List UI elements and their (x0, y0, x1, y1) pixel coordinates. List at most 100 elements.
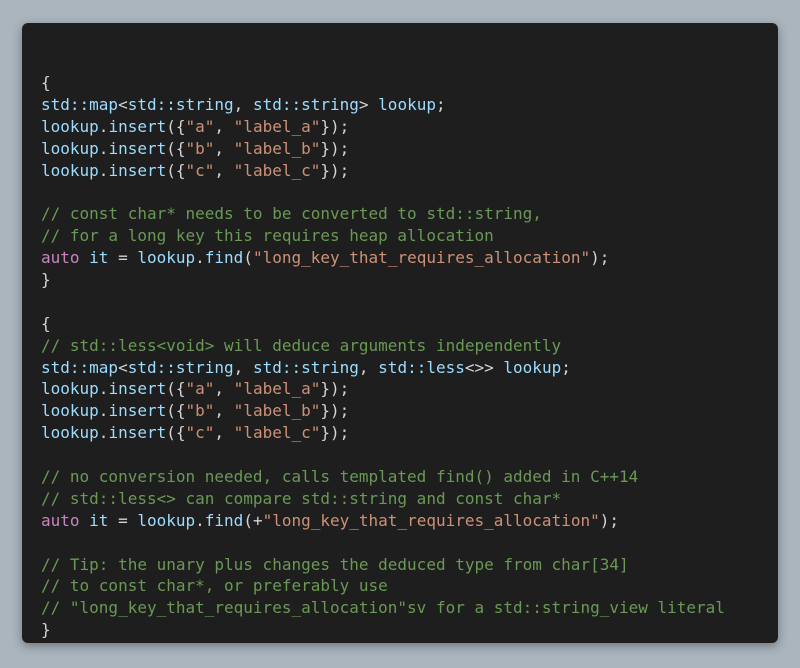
code-punctuation: . (195, 510, 205, 530)
code-punctuation: , (214, 379, 234, 399)
code-line: } (41, 269, 778, 291)
code-punctuation: = (108, 510, 138, 530)
code-comment: // std::less<void> will deduce arguments… (41, 335, 562, 355)
code-punctuation: { (41, 313, 51, 333)
code-punctuation: . (98, 401, 109, 421)
code-punctuation: ); (590, 248, 610, 268)
code-string: "a" (185, 379, 215, 399)
code-punctuation: . (98, 160, 109, 180)
code-type: std::string (127, 357, 234, 377)
code-line: // for a long key this requires heap all… (41, 225, 778, 247)
code-punctuation: ; (561, 357, 571, 377)
code-type: std::map (41, 94, 119, 114)
code-line: // std::less<void> will deduce arguments… (41, 335, 778, 357)
code-line: auto it = lookup.find("long_key_that_req… (41, 247, 778, 269)
code-line: ​ (41, 444, 778, 466)
code-punctuation: < (118, 357, 128, 377)
code-comment: // no conversion needed, calls templated… (41, 467, 639, 487)
code-punctuation: , (214, 160, 234, 180)
code-line: // to const char*, or preferably use (41, 575, 778, 597)
code-punctuation: ({ (166, 138, 186, 158)
code-punctuation: , (233, 357, 253, 377)
code-keyword: auto (41, 248, 80, 268)
code-line: ​ (41, 532, 778, 554)
code-function: insert (108, 423, 167, 443)
code-punctuation: ( (243, 248, 253, 268)
code-line: std::map<std::string, std::string> looku… (41, 94, 778, 116)
code-punctuation: } (41, 620, 51, 640)
code-body: {std::map<std::string, std::string> look… (41, 72, 778, 641)
code-string: "b" (185, 138, 215, 158)
code-comment: // Tip: the unary plus changes the deduc… (41, 554, 629, 574)
code-punctuation: . (98, 138, 109, 158)
code-identifier: lookup (137, 510, 196, 530)
code-identifier: lookup (503, 357, 562, 377)
code-line: } (41, 619, 778, 641)
code-string: "label_b" (233, 401, 321, 421)
code-type: std::string (127, 94, 234, 114)
code-function: find (204, 510, 244, 530)
code-punctuation: . (98, 379, 109, 399)
code-punctuation: <>> (464, 357, 504, 377)
code-identifier: lookup (41, 401, 99, 421)
code-line: std::map<std::string, std::string, std::… (41, 357, 778, 379)
code-punctuation (80, 511, 90, 530)
code-line: lookup.insert({"c", "label_c"}); (41, 422, 778, 444)
code-punctuation: ; (435, 94, 446, 114)
code-string: "b" (185, 401, 215, 421)
code-function: insert (108, 401, 167, 421)
code-comment: // "long_key_that_requires_allocation"sv… (41, 598, 725, 618)
code-string: "label_c" (233, 423, 321, 443)
code-punctuation: , (358, 357, 379, 377)
code-snippet-panel: {std::map<std::string, std::string> look… (22, 23, 778, 643)
code-line: ​ (41, 181, 778, 203)
code-identifier: lookup (41, 379, 99, 399)
code-punctuation: ({ (166, 423, 186, 443)
code-string: "long_key_that_requires_allocation" (262, 510, 600, 530)
code-string: "label_b" (233, 138, 321, 158)
code-punctuation: . (98, 423, 109, 443)
code-string: "c" (185, 160, 215, 180)
code-punctuation (80, 248, 90, 267)
code-punctuation: , (214, 423, 234, 443)
code-type: std::map (41, 357, 119, 377)
code-punctuation: ({ (166, 379, 186, 399)
code-type: std::string (252, 357, 359, 377)
code-function: insert (108, 379, 167, 399)
code-line: { (41, 72, 778, 94)
code-function: insert (108, 160, 167, 180)
code-string: "label_a" (233, 379, 321, 399)
code-identifier: lookup (378, 94, 436, 114)
code-punctuation: }); (320, 116, 350, 136)
code-punctuation: , (214, 401, 234, 421)
code-line: { (41, 313, 778, 335)
code-line: lookup.insert({"b", "label_b"}); (41, 400, 778, 422)
code-comment: // std::less<> can compare std::string a… (41, 488, 562, 508)
code-string: "c" (185, 423, 215, 443)
code-string: "long_key_that_requires_allocation" (252, 248, 591, 268)
code-identifier: lookup (41, 138, 99, 158)
code-line: // const char* needs to be converted to … (41, 203, 778, 225)
code-punctuation: }); (320, 138, 350, 158)
code-punctuation: ({ (166, 116, 186, 136)
code-line: // std::less<> can compare std::string a… (41, 488, 778, 510)
code-function: insert (108, 138, 167, 158)
code-punctuation: ({ (166, 401, 186, 421)
code-string: "label_c" (233, 160, 321, 180)
code-identifier: it (89, 248, 109, 268)
code-punctuation: ); (599, 510, 619, 530)
code-function: insert (108, 116, 167, 136)
code-line: lookup.insert({"a", "label_a"}); (41, 378, 778, 400)
code-punctuation: }); (320, 401, 350, 421)
code-punctuation: }); (320, 423, 350, 443)
code-punctuation: { (41, 73, 51, 92)
code-identifier: lookup (41, 116, 99, 136)
code-line: lookup.insert({"b", "label_b"}); (41, 138, 778, 160)
code-punctuation: . (98, 116, 109, 136)
code-comment: // to const char*, or preferably use (41, 576, 388, 596)
code-line: // no conversion needed, calls templated… (41, 466, 778, 488)
code-comment: // const char* needs to be converted to … (41, 204, 542, 224)
code-line: auto it = lookup.find(+"long_key_that_re… (41, 510, 778, 532)
code-punctuation: . (195, 248, 205, 268)
code-punctuation: (+ (243, 510, 263, 530)
